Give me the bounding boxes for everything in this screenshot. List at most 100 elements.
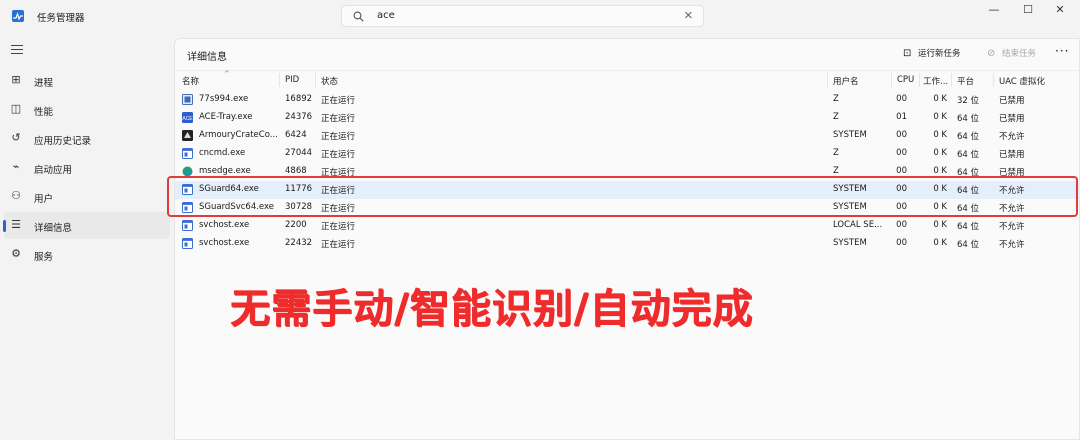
column-header-3[interactable]: 用户名 [833,75,859,87]
cell-name: ArmouryCrateCo... [199,130,278,140]
column-separator[interactable] [919,73,920,87]
sidebar-item-1[interactable]: ◫ 性能 [4,96,170,123]
column-header-1[interactable]: PID [285,75,299,85]
history-icon: ↺ [11,131,21,144]
column-header-6[interactable]: 平台 [957,75,974,87]
cell-mem: 0 K [933,238,947,248]
task-manager-icon [12,10,24,22]
sidebar-item-4[interactable]: ⚇ 用户 [4,183,170,210]
cell-uac: 已禁用 [999,96,1025,106]
search-box[interactable]: ace ✕ [341,5,704,27]
cell-cpu: 00 [896,220,907,230]
table-row[interactable]: ACE ACE-Tray.exe 24376 正在运行 Z 01 0 K 64 位 已禁用 [175,109,1080,127]
cell-cpu: 00 [896,130,907,140]
table-row[interactable]: cncmd.exe 27044 正在运行 Z 00 0 K 64 位 已禁用 [175,145,1080,163]
table-row[interactable]: svchost.exe 22432 正在运行 SYSTEM 00 0 K 64 位 不允许 [175,235,1080,253]
end-task-label: 结束任务 [1002,49,1037,59]
cell-user: LOCAL SE... [833,220,883,230]
cell-pid: 16892 [285,94,313,104]
cell-user: Z [833,166,839,176]
highlight-box [167,176,1078,217]
menu-toggle-icon[interactable] [11,45,23,55]
sidebar-item-label: 应用历史记录 [34,136,92,147]
column-header-2[interactable]: 状态 [321,75,338,87]
column-separator[interactable] [891,73,892,87]
sidebar-item-label: 性能 [34,107,54,118]
column-separator[interactable] [315,73,316,87]
table-row[interactable]: ArmouryCrateCo... 6424 正在运行 SYSTEM 00 0 K 64 位… [175,127,1080,145]
cell-user: Z [833,148,839,158]
close-button[interactable]: ✕ [1046,3,1074,17]
minimize-button[interactable]: — [980,3,1008,17]
table-row[interactable]: svchost.exe 2200 正在运行 LOCAL SE... 00 0 K 64 位 不… [175,217,1080,235]
cell-mem: 0 K [933,220,947,230]
column-separator[interactable] [279,73,280,87]
sidebar-item-label: 进程 [34,78,54,89]
cell-user: Z [833,112,839,122]
header-divider [175,70,1080,71]
cell-pid: 4868 [285,166,307,176]
sidebar-item-label: 详细信息 [34,223,73,234]
cell-name: svchost.exe [199,220,250,230]
run-task-icon: ⊡ [903,48,912,59]
cell-cpu: 01 [896,112,907,122]
cell-name: cncmd.exe [199,148,246,158]
cell-name: 77s994.exe [199,94,249,104]
column-separator[interactable] [827,73,828,87]
cell-status: 正在运行 [321,114,356,124]
page-title: 详细信息 [187,52,227,63]
column-header-7[interactable]: UAC 虚拟化 [999,75,1045,87]
cell-mem: 0 K [933,94,947,104]
maximize-button[interactable]: ☐ [1014,3,1042,17]
end-task-icon: ⊘ [987,48,996,59]
cell-status: 正在运行 [321,150,356,160]
sort-ascending-icon: ^ [224,70,230,78]
cell-uac: 不允许 [999,222,1025,232]
cell-pid: 6424 [285,130,307,140]
column-separator[interactable] [993,73,994,87]
more-options-button[interactable]: ··· [1055,44,1069,58]
clear-search-icon[interactable]: ✕ [684,9,693,22]
window-exe-icon [182,238,193,249]
column-header-4[interactable]: CPU [897,75,914,85]
cell-user: SYSTEM [833,130,867,140]
cell-name: msedge.exe [199,166,251,176]
table-row[interactable]: 77s994.exe 16892 正在运行 Z 00 0 K 32 位 已禁用 [175,91,1080,109]
ace-tray-icon: ACE [182,112,193,123]
cell-cpu: 00 [896,94,907,104]
armoury-crate-icon [182,130,193,141]
cell-mem: 0 K [933,112,947,122]
sidebar-item-label: 服务 [34,252,54,263]
cell-status: 正在运行 [321,222,356,232]
cell-platform: 64 位 [957,114,980,124]
column-header-5[interactable]: 工作... [923,75,948,87]
users-icon: ⚇ [11,189,21,202]
column-separator[interactable] [951,73,952,87]
performance-icon: ◫ [10,102,22,115]
promo-caption: 无需手动/智能识别/自动完成 [230,286,754,332]
cell-name: svchost.exe [199,238,250,248]
end-task-button[interactable]: ⊘ 结束任务 [987,47,1036,59]
cell-platform: 64 位 [957,222,980,232]
cell-pid: 24376 [285,112,313,122]
processes-icon: ⊞ [11,73,21,86]
cell-uac: 不允许 [999,132,1025,142]
sidebar-item-2[interactable]: ↺ 应用历史记录 [4,125,170,152]
sidebar-item-6[interactable]: ⚙ 服务 [4,241,170,268]
cell-status: 正在运行 [321,132,356,142]
sidebar-item-0[interactable]: ⊞ 进程 [4,67,170,94]
cell-cpu: 00 [896,166,907,176]
run-task-label: 运行新任务 [918,49,961,59]
details-panel: 详细信息 ⊡ 运行新任务 ⊘ 结束任务 ··· 名称 PID 状态 用户名 CPU 工作...… [174,38,1080,440]
sidebar-item-3[interactable]: ⌁ 启动应用 [4,154,170,181]
run-new-task-button[interactable]: ⊡ 运行新任务 [903,47,961,59]
search-input[interactable]: ace [377,10,395,21]
cell-pid: 2200 [285,220,307,230]
window-exe-icon [182,148,193,159]
app-title: 任务管理器 [37,13,85,24]
cell-pid: 27044 [285,148,313,158]
cell-platform: 64 位 [957,132,980,142]
column-header-0[interactable]: 名称 [182,75,199,87]
sidebar-item-5[interactable]: ☰ 详细信息 [3,212,170,239]
sidebar-item-label: 启动应用 [34,165,73,176]
